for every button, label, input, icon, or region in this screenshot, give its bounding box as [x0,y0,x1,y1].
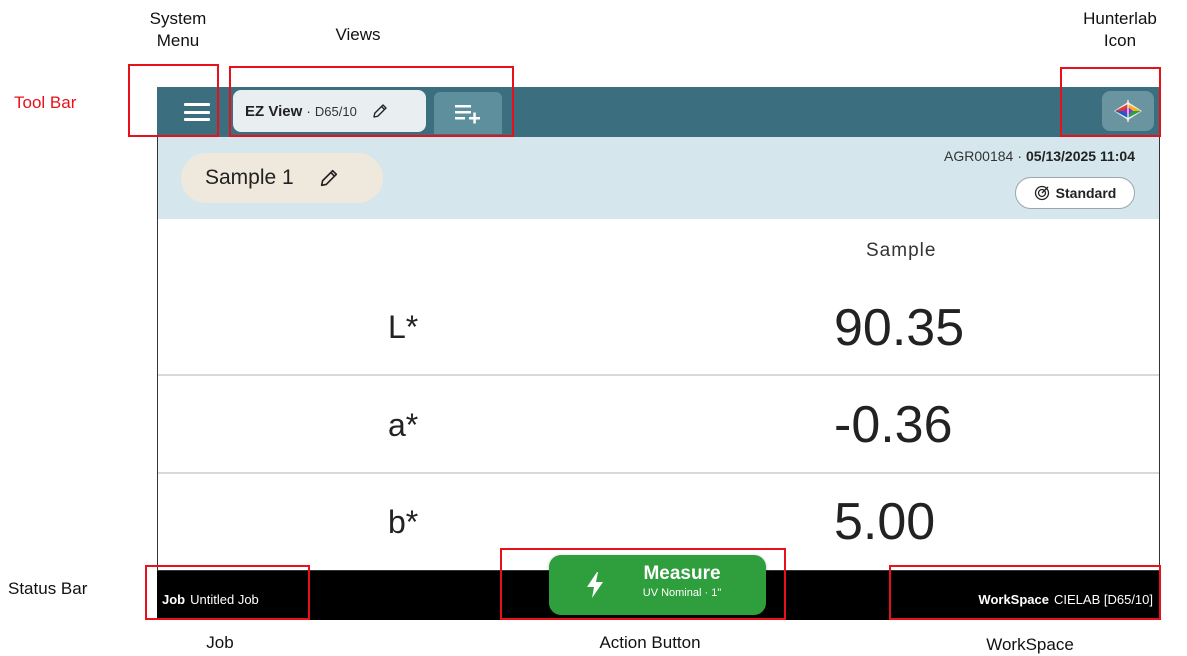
edit-sample-pencil-icon[interactable] [318,167,340,189]
annotation-system-menu-line1: System [149,9,207,28]
row-label: L* [388,309,419,345]
column-header-sample: Sample [866,240,937,261]
annotation-box-job [145,565,310,620]
row-divider [158,472,1159,474]
annotation-status-bar: Status Bar [8,579,88,598]
row-value: 90.35 [834,299,965,357]
row-label: b* [388,504,419,540]
annotation-tool-bar: Tool Bar [14,93,77,112]
sample-name: Sample 1 [205,166,294,189]
table-row: a* -0.36 [158,385,1159,481]
row-label: a* [388,407,419,443]
target-icon [1034,185,1049,201]
measurement-panel: Sample 1 AGR00184 · 05/13/2025 11:04 Stand… [157,137,1160,571]
annotation-hunterlab-icon: Hunterlab Icon [1072,8,1168,52]
annotation-box-action-button [500,548,786,620]
annotation-system-menu: System Menu [138,8,218,52]
instrument-id: AGR00184 [944,148,1014,164]
annotation-box-hunterlab-icon [1060,67,1161,137]
sample-name-chip[interactable]: Sample 1 [181,153,383,203]
annotation-action-button: Action Button [599,633,701,652]
annotation-system-menu-line2: Menu [156,31,200,50]
sample-header: Sample 1 AGR00184 · 05/13/2025 11:04 Stand… [158,137,1159,219]
annotation-hunterlab-line1: Hunterlab [1083,9,1157,28]
measurement-datetime: 05/13/2025 11:04 [1026,148,1135,164]
row-value: -0.36 [834,396,953,454]
annotation-workspace: WorkSpace [986,635,1074,654]
table-row: L* 90.35 [158,287,1159,383]
sample-meta: AGR00184 · 05/13/2025 11:04 [944,148,1135,164]
standard-label: Standard [1055,185,1117,201]
standard-button[interactable]: Standard [1015,177,1135,209]
row-value: 5.00 [834,493,936,551]
row-divider [158,374,1159,376]
annotation-box-system-menu [128,64,219,137]
annotation-views: Views [335,25,381,44]
annotation-box-workspace [889,565,1161,620]
annotation-hunterlab-line2: Icon [1103,31,1137,50]
annotation-box-views [229,66,514,137]
meta-separator: · [1017,148,1022,164]
annotation-job: Job [206,633,234,652]
